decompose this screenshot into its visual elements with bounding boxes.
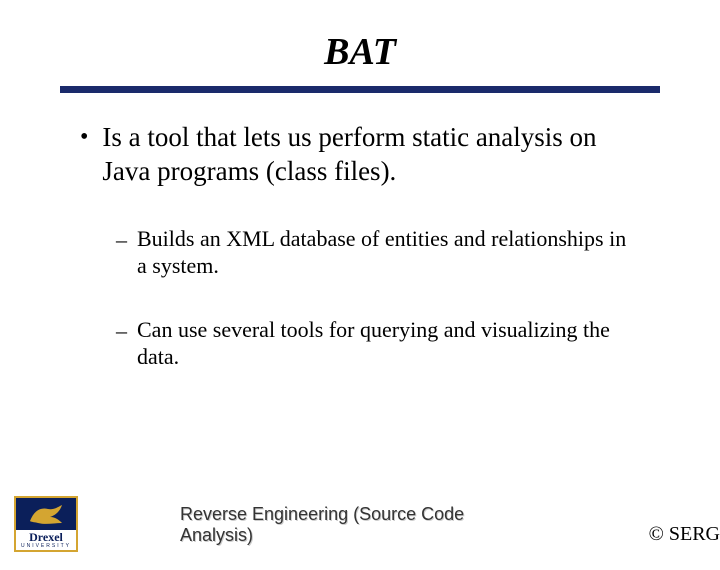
bullet-main: • Is a tool that lets us perform static … (80, 121, 640, 189)
title-underline (60, 86, 660, 93)
drexel-logo: Drexel UNIVERSITY (14, 496, 78, 552)
slide-title: BAT (0, 30, 720, 74)
sub-bullet-list: – Builds an XML database of entities and… (80, 225, 640, 371)
logo-subtext: UNIVERSITY (16, 543, 76, 550)
bullet-dash-icon: – (116, 317, 127, 345)
bullet-sub: – Can use several tools for querying and… (116, 316, 640, 371)
slide-footer: Drexel UNIVERSITY Reverse Engineering (S… (0, 492, 720, 552)
slide: BAT • Is a tool that lets us perform sta… (0, 30, 720, 570)
bullet-main-text: Is a tool that lets us perform static an… (102, 121, 640, 189)
slide-content: • Is a tool that lets us perform static … (0, 93, 720, 371)
bullet-dash-icon: – (116, 226, 127, 254)
dragon-icon (26, 498, 66, 530)
footer-copyright: © SERG (649, 523, 720, 546)
dragon-svg-icon (26, 501, 66, 527)
logo-name: Drexel (16, 530, 76, 543)
bullet-sub: – Builds an XML database of entities and… (116, 225, 640, 280)
bullet-sub-text: Builds an XML database of entities and r… (137, 225, 640, 280)
bullet-dot-icon: • (80, 125, 88, 149)
bullet-sub-text: Can use several tools for querying and v… (137, 316, 640, 371)
